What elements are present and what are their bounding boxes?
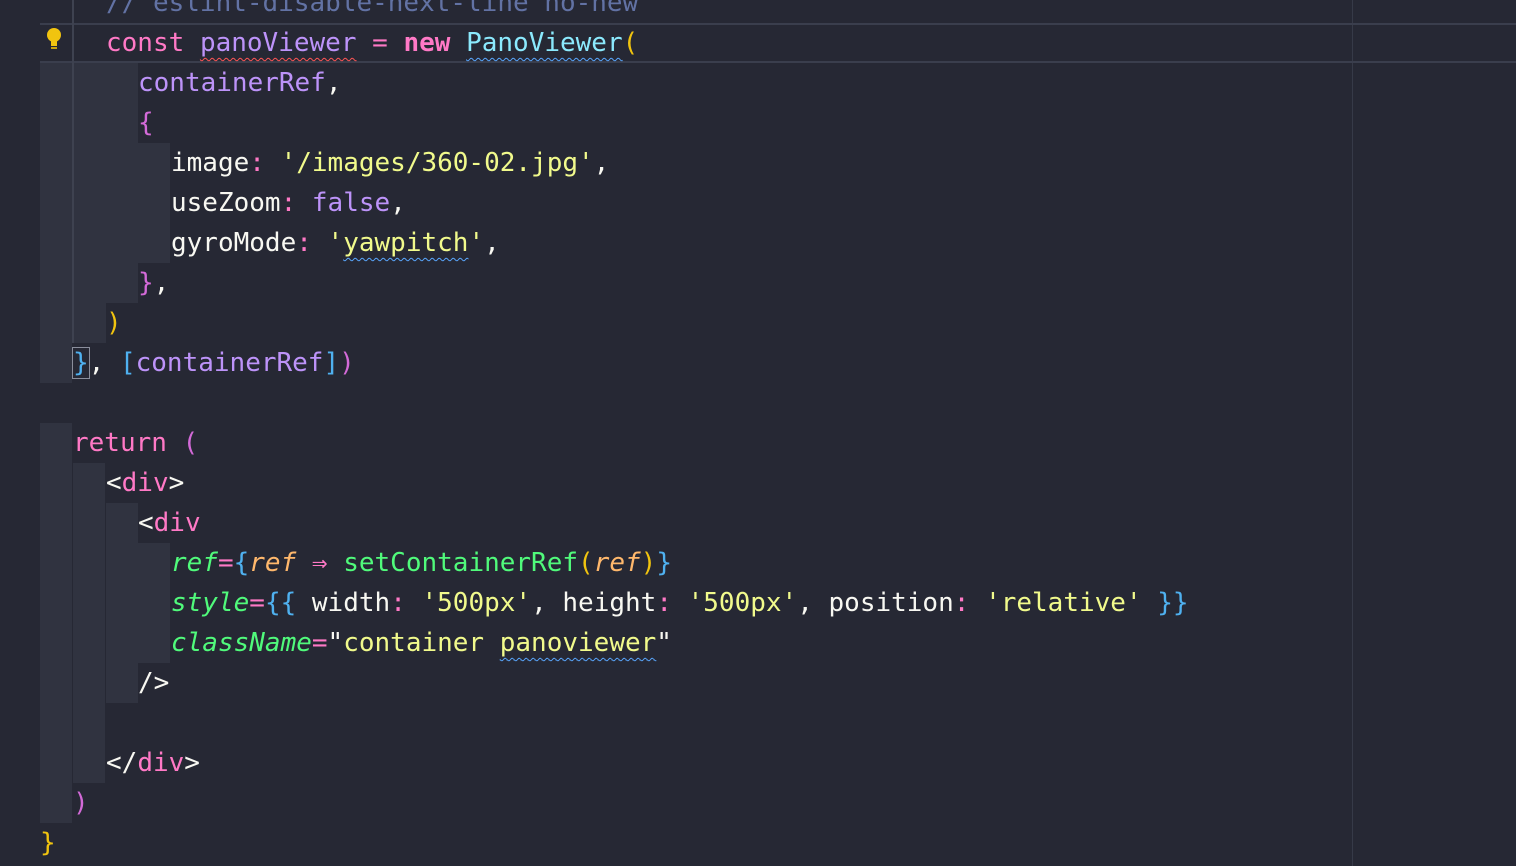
class-name: PanoViewer (466, 28, 623, 58)
parameter: ref (249, 548, 297, 578)
object-key: image (171, 148, 250, 178)
object-key: gyroMode (171, 228, 297, 258)
jsx-attribute: ref (171, 548, 218, 578)
code-line[interactable]: useZoom: false, (0, 183, 1516, 223)
function-call: setContainerRef (343, 548, 579, 578)
code-line[interactable]: }, (0, 263, 1516, 303)
code-line[interactable]: /> (0, 663, 1516, 703)
bracket: { (138, 108, 154, 138)
code-line[interactable]: ref={ref ⇒ setContainerRef(ref)} (0, 543, 1516, 583)
parameter: ref (593, 548, 641, 578)
object-key: useZoom (171, 188, 281, 218)
bracket: } (72, 347, 90, 379)
jsx-attribute: className (171, 628, 312, 658)
code-line[interactable]: </div> (0, 743, 1516, 783)
bracket: ( (622, 28, 639, 58)
code-editor[interactable]: // eslint-disable-next-line no-new const… (0, 0, 1516, 866)
code-line[interactable]: image: '/images/360-02.jpg', (0, 143, 1516, 183)
code-line[interactable]: } (0, 823, 1516, 863)
bracket: } (40, 828, 56, 858)
code-line[interactable]: gyroMode: 'yawpitch', (0, 223, 1516, 263)
bracket: ) (106, 308, 122, 338)
string-literal: '/images/360-02.jpg' (280, 148, 594, 178)
keyword: new (403, 28, 451, 58)
variable-name: panoViewer (199, 28, 357, 58)
code-line[interactable] (0, 703, 1516, 743)
string-literal: panoviewer (499, 628, 657, 658)
code-line[interactable]: { (0, 103, 1516, 143)
keyword: const (106, 28, 185, 58)
keyword: return (73, 428, 167, 458)
jsx-attribute: style (171, 588, 250, 618)
variable-name: containerRef (135, 348, 324, 378)
bracket: ) (73, 788, 89, 818)
variable-name: containerRef (138, 68, 326, 98)
jsx-tag: div (121, 468, 169, 498)
boolean-literal: false (311, 188, 391, 218)
code-line[interactable]: className="container panoviewer" (0, 623, 1516, 663)
jsx-tag: div (153, 508, 201, 538)
jsx-tag: div (137, 748, 185, 778)
bracket: } (138, 268, 154, 298)
code-line[interactable]: containerRef, (0, 63, 1516, 103)
code-comment: // eslint-disable-next-line no-new (106, 0, 639, 18)
code-line[interactable]: }, [containerRef]) (0, 343, 1516, 383)
string-literal: yawpitch (343, 228, 469, 258)
jsx-self-close: /> (138, 668, 170, 698)
operator: = (372, 28, 388, 58)
code-line[interactable]: <div (0, 503, 1516, 543)
code-line[interactable]: <div> (0, 463, 1516, 503)
code-line[interactable]: style={{ width: '500px', height: '500px'… (0, 583, 1516, 623)
code-line[interactable]: const panoViewer = new PanoViewer( (0, 23, 1516, 63)
code-line[interactable]: return ( (0, 423, 1516, 463)
code-line[interactable]: // eslint-disable-next-line no-new (0, 0, 1516, 23)
code-line[interactable]: ) (0, 783, 1516, 823)
code-line[interactable]: ) (0, 303, 1516, 343)
